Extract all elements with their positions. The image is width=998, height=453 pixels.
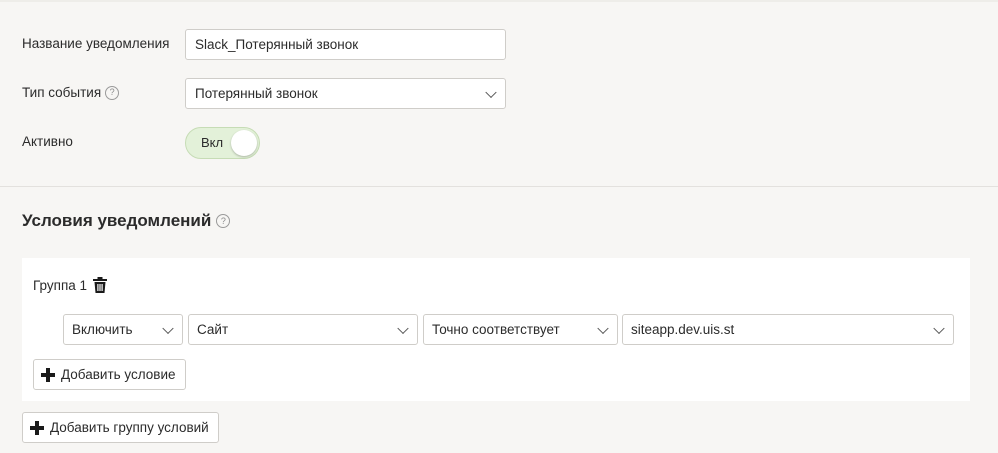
- add-condition-group-button[interactable]: Добавить группу условий: [22, 412, 219, 443]
- condition-mode-value: Включить: [72, 322, 133, 337]
- active-label: Активно: [22, 134, 73, 149]
- conditions-title-text: Условия уведомлений: [22, 211, 212, 230]
- event-type-label-text: Тип события: [22, 85, 102, 100]
- condition-field-value: Сайт: [197, 322, 229, 337]
- condition-field-select[interactable]: Сайт: [188, 314, 418, 345]
- notification-settings-panel: Название уведомления Slack_Потерянный зв…: [0, 0, 998, 187]
- chevron-down-icon: [397, 322, 409, 334]
- chevron-down-icon: [597, 322, 609, 334]
- conditions-section-title: Условия уведомлений ?: [22, 211, 231, 231]
- active-label-text: Активно: [22, 134, 73, 149]
- condition-value-text: siteapp.dev.uis.st: [631, 322, 735, 337]
- chevron-down-icon: [485, 86, 497, 98]
- name-label-text: Название уведомления: [22, 36, 170, 51]
- condition-value-select[interactable]: siteapp.dev.uis.st: [622, 314, 954, 345]
- help-icon[interactable]: ?: [105, 85, 120, 100]
- plus-icon: [30, 420, 44, 435]
- notification-name-input[interactable]: Slack_Потерянный звонок: [185, 29, 506, 60]
- condition-operator-value: Точно соответствует: [432, 322, 560, 337]
- trash-icon[interactable]: [93, 277, 108, 293]
- top-divider: [0, 0, 998, 2]
- active-toggle-label: Вкл: [201, 135, 224, 150]
- active-toggle[interactable]: Вкл: [185, 127, 260, 159]
- event-type-select[interactable]: Потерянный звонок: [185, 78, 506, 109]
- toggle-knob: [231, 130, 257, 156]
- condition-operator-select[interactable]: Точно соответствует: [423, 314, 618, 345]
- condition-group-card: Группа 1 Включить Сайт Точно соответству…: [22, 258, 970, 401]
- name-label: Название уведомления: [22, 36, 169, 51]
- group-title-text: Группа 1: [33, 277, 88, 293]
- plus-icon: [41, 367, 55, 382]
- help-icon[interactable]: ?: [216, 214, 231, 228]
- event-type-value: Потерянный звонок: [195, 86, 318, 101]
- add-group-label: Добавить группу условий: [50, 420, 209, 435]
- add-condition-button[interactable]: Добавить условие: [33, 359, 186, 390]
- group-title: Группа 1: [33, 277, 108, 293]
- chevron-down-icon: [933, 322, 945, 334]
- add-condition-label: Добавить условие: [61, 367, 176, 382]
- notification-name-value: Slack_Потерянный звонок: [195, 37, 359, 52]
- chevron-down-icon: [162, 322, 174, 334]
- event-type-label: Тип события ?: [22, 85, 120, 100]
- condition-mode-select[interactable]: Включить: [63, 314, 183, 345]
